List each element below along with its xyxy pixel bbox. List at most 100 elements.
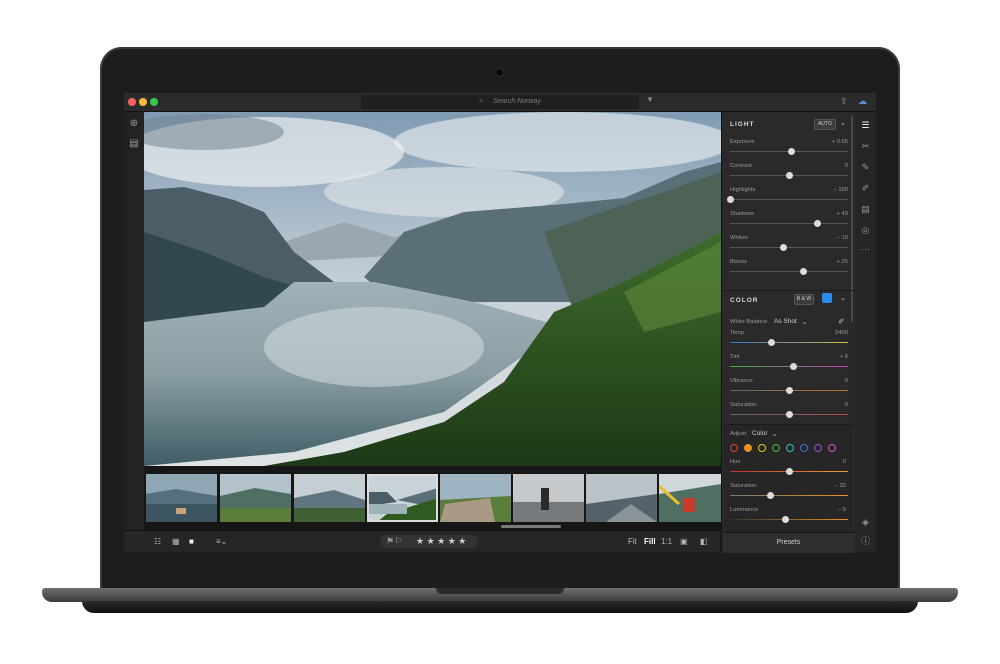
slider-track-contrast[interactable]	[730, 172, 848, 179]
color-swatch[interactable]	[730, 444, 738, 452]
more-icon[interactable]: ⋯	[860, 244, 871, 255]
slider-handle-luminance[interactable]	[782, 516, 790, 523]
color-swatch[interactable]	[758, 444, 766, 452]
slider-value-luminance: − 5	[837, 507, 846, 513]
eyedropper-icon[interactable]: ✐	[838, 317, 845, 326]
slider-label-whites: Whites	[730, 235, 748, 241]
zoom-window-button[interactable]	[150, 98, 158, 106]
filmstrip-thumbnail[interactable]	[659, 474, 721, 522]
grid-view-icon[interactable]: ☷	[154, 537, 161, 546]
slider-track-vibrance[interactable]	[730, 387, 848, 394]
library-icon[interactable]: ▤	[128, 138, 140, 150]
edit-sliders-icon[interactable]: ☰	[860, 120, 871, 131]
color-swatch[interactable]	[772, 444, 780, 452]
filmstrip-thumbnail[interactable]	[220, 474, 291, 522]
slider-handle-shadows[interactable]	[814, 220, 822, 227]
slider-track-temp[interactable]	[730, 339, 848, 346]
linear-gradient-icon[interactable]: ▤	[860, 204, 871, 215]
slider-track-hue[interactable]	[730, 468, 848, 475]
split-view-icon[interactable]: ◧	[700, 537, 708, 546]
add-icon[interactable]: ⊕	[128, 118, 140, 130]
slider-value-tint: + 6	[839, 354, 848, 360]
edit-panel: LIGHT AUTO ⌄ Exposure + 0.65 Contrast 0 High…	[721, 112, 855, 553]
chevron-down-icon[interactable]: ⌄	[840, 294, 846, 302]
brush-icon[interactable]: ✐	[860, 183, 871, 194]
slider-track-blacks[interactable]	[730, 268, 848, 275]
slider-track-exposure[interactable]	[730, 148, 848, 155]
slider-label-blacks: Blacks	[730, 259, 748, 265]
slider-handle-tint[interactable]	[789, 363, 797, 370]
slider-handle-vibrance[interactable]	[786, 387, 793, 394]
search-icon: ⌕	[479, 98, 483, 105]
one-to-one-button[interactable]: 1:1	[661, 537, 672, 546]
filmstrip-thumbnail-selected[interactable]	[367, 474, 438, 522]
slider-handle-blacks[interactable]	[800, 268, 808, 275]
filmstrip-thumbnail[interactable]	[146, 474, 217, 522]
presets-button[interactable]: Presets	[722, 532, 855, 553]
slider-handle-saturation[interactable]	[786, 411, 793, 418]
filmstrip-thumbnail[interactable]	[513, 474, 584, 522]
main-photo[interactable]	[144, 112, 721, 466]
slider-track-saturation[interactable]	[730, 411, 848, 418]
healing-brush-icon[interactable]: ✎	[860, 162, 871, 173]
color-swatch[interactable]	[828, 444, 836, 452]
search-input[interactable]: ⌕ Search Norway	[361, 95, 639, 109]
slider-label-temp: Temp	[730, 330, 745, 336]
info-icon[interactable]: ⓘ	[860, 536, 871, 547]
color-swatch[interactable]	[814, 444, 822, 452]
slider-track-shadows[interactable]	[730, 220, 848, 227]
white-balance-select[interactable]: As Shot	[774, 318, 797, 325]
flag-icon[interactable]: ⚑⚐	[386, 535, 402, 548]
fill-button[interactable]: Fill	[644, 537, 656, 546]
compare-icon[interactable]: ▣	[680, 537, 688, 546]
color-swatch[interactable]	[800, 444, 808, 452]
slider-label-saturation: Saturation	[730, 483, 757, 489]
sort-icon[interactable]: ≡⌄	[216, 537, 227, 546]
close-window-button[interactable]	[128, 98, 136, 106]
slider-track-highlights[interactable]	[727, 196, 848, 203]
filmstrip-scrollbar[interactable]	[501, 525, 561, 528]
filmstrip-thumbnail[interactable]	[586, 474, 657, 522]
color-section-title: COLOR	[730, 297, 759, 304]
crop-icon[interactable]: ✂	[860, 141, 871, 152]
star-rating[interactable]: ★ ★ ★ ★ ★	[416, 535, 466, 548]
white-balance-label: White Balance	[730, 319, 768, 325]
slider-track-saturation[interactable]	[730, 492, 848, 499]
minimize-window-button[interactable]	[139, 98, 147, 106]
share-icon[interactable]: ⇪	[840, 96, 848, 107]
filter-icon[interactable]: ▼	[646, 95, 654, 104]
divider	[722, 290, 855, 291]
slider-handle-hue[interactable]	[786, 468, 793, 475]
fit-button[interactable]: Fit	[628, 537, 637, 546]
filmstrip-thumbnail[interactable]	[440, 474, 511, 522]
color-swatch[interactable]	[744, 444, 752, 452]
adjust-mode-select[interactable]: Color	[752, 430, 768, 437]
cloud-sync-icon[interactable]: ☁	[858, 96, 867, 107]
laptop-notch	[436, 588, 564, 594]
title-bar: ⌕ Search Norway ▼ ⇪ ☁	[124, 93, 876, 112]
slider-track-tint[interactable]	[730, 363, 848, 370]
auto-button[interactable]: AUTO	[814, 119, 836, 130]
slider-value-exposure: + 0.65	[831, 139, 848, 145]
filmstrip-thumbnail[interactable]	[294, 474, 365, 522]
chevron-down-icon[interactable]: ⌄	[840, 119, 846, 127]
laptop-base-shadow	[82, 601, 918, 613]
slider-handle-exposure[interactable]	[788, 148, 796, 155]
square-grid-icon[interactable]: ▦	[172, 537, 180, 546]
color-swatch[interactable]	[786, 444, 794, 452]
color-mixer-icon[interactable]	[822, 293, 832, 303]
tag-icon[interactable]: ◈	[860, 517, 871, 528]
slider-handle-saturation[interactable]	[767, 492, 775, 499]
slider-handle-temp[interactable]	[768, 339, 776, 346]
radial-gradient-icon[interactable]: ◎	[860, 225, 871, 236]
slider-value-highlights: − 100	[833, 187, 848, 193]
slider-track-luminance[interactable]	[730, 516, 848, 523]
bw-button[interactable]: B & W	[794, 294, 814, 305]
slider-handle-highlights[interactable]	[727, 196, 734, 203]
slider-handle-contrast[interactable]	[786, 172, 793, 179]
slider-label-vibrance: Vibrance	[730, 378, 753, 384]
detail-view-icon[interactable]: ■	[189, 537, 194, 546]
slider-track-whites[interactable]	[730, 244, 848, 251]
slider-handle-whites[interactable]	[780, 244, 788, 251]
panel-scrollbar[interactable]	[851, 116, 853, 322]
